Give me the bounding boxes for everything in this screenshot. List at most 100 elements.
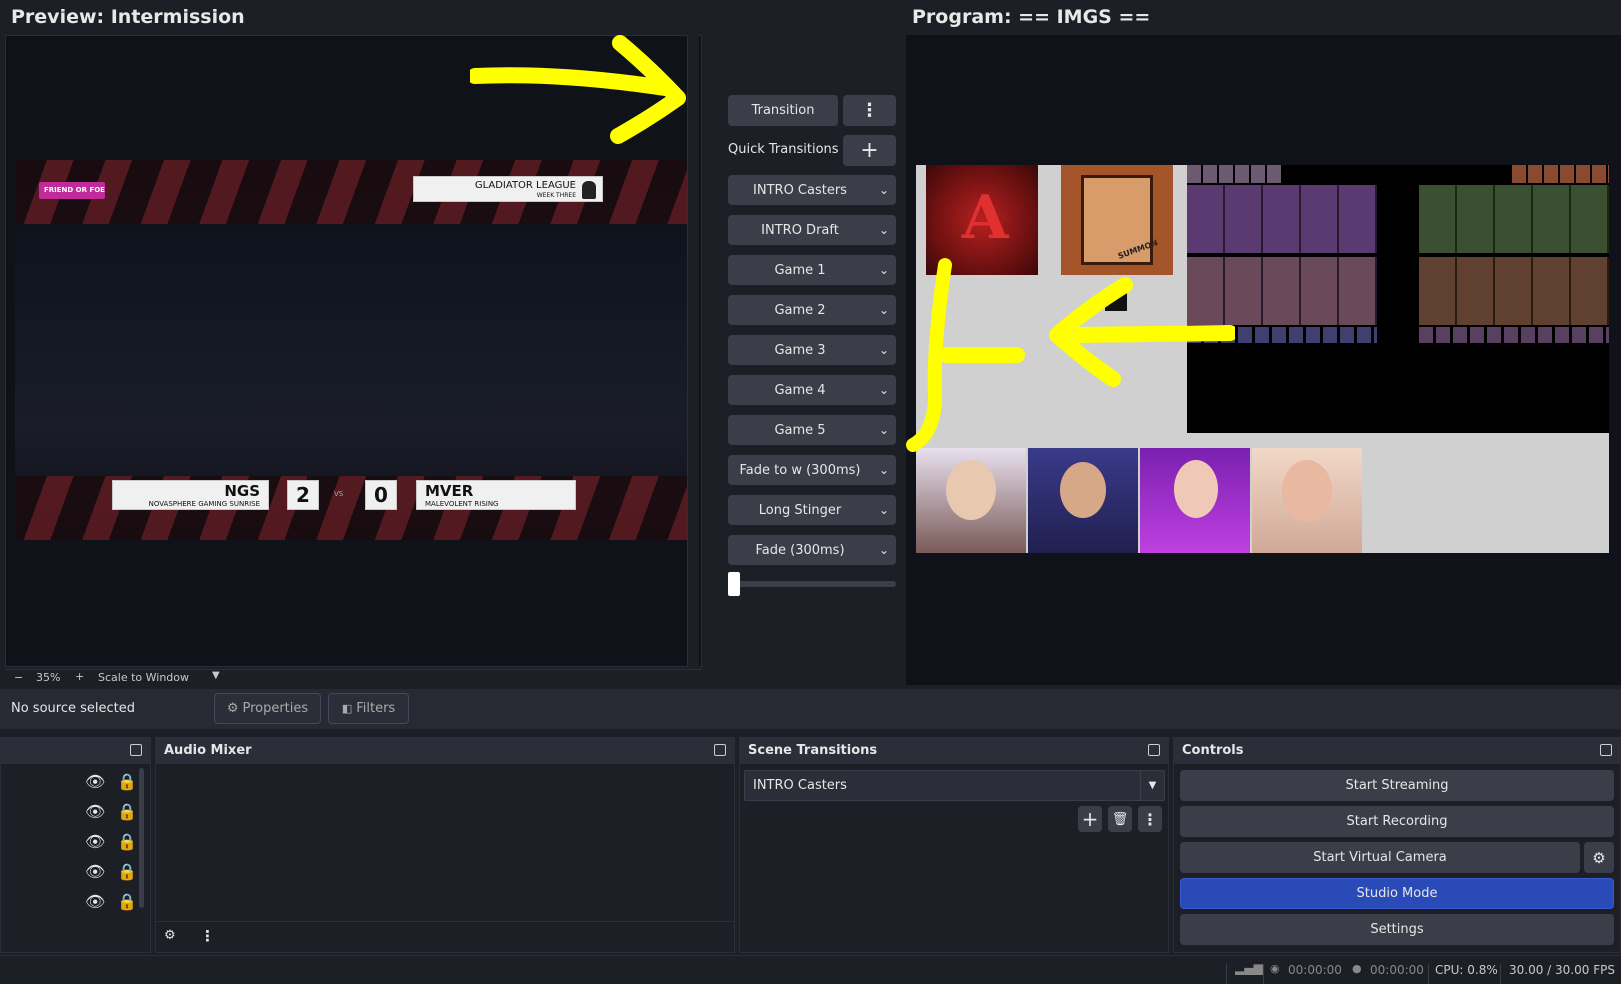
- chevron-down-icon[interactable]: ⌄: [872, 303, 896, 317]
- advanced-audio-gear-icon[interactable]: ⚙: [164, 928, 176, 943]
- chevron-down-icon[interactable]: ▼: [1140, 771, 1164, 800]
- chevron-down-icon[interactable]: ⌄: [872, 183, 896, 197]
- lock-icon[interactable]: 🔒: [117, 862, 137, 881]
- quick-transition-label: Game 5: [774, 422, 826, 438]
- undock-icon[interactable]: [130, 744, 142, 756]
- eye-icon[interactable]: 👁: [85, 802, 105, 821]
- quick-transition-item[interactable]: Fade to w (300ms) ⌄: [728, 455, 896, 485]
- quick-transition-label: Game 3: [774, 342, 826, 358]
- audio-mixer-title: Audio Mixer: [164, 743, 252, 758]
- start-streaming-button[interactable]: Start Streaming: [1180, 770, 1614, 801]
- chevron-down-icon[interactable]: ⌄: [872, 463, 896, 477]
- chevron-down-icon[interactable]: ⌄: [872, 543, 896, 557]
- chevron-down-icon[interactable]: ⌄: [872, 423, 896, 437]
- studio-mode-button[interactable]: Studio Mode: [1180, 878, 1614, 909]
- undock-icon[interactable]: [1600, 744, 1612, 756]
- zoom-in-button[interactable]: +: [75, 670, 84, 683]
- transition-button[interactable]: Transition: [728, 95, 838, 126]
- team-right-code: MVER: [425, 482, 474, 500]
- source-row-controls: 👁 🔒: [85, 861, 137, 881]
- caster-photo: [1140, 448, 1250, 553]
- quick-transition-item[interactable]: Fade (300ms) ⌄: [728, 535, 896, 565]
- scene-transitions-header: Scene Transitions: [740, 738, 1168, 764]
- audio-mixer-footer: ⚙ ⋮: [156, 921, 734, 952]
- settings-button[interactable]: Settings: [1180, 914, 1614, 945]
- cpu-usage: CPU: 0.8%: [1435, 963, 1498, 977]
- source-toolbar: No source selected ⚙ Properties ◧ Filters: [0, 689, 1621, 729]
- sources-scrollbar[interactable]: [139, 768, 144, 908]
- league-title: GLADIATOR LEAGUE: [474, 180, 576, 191]
- properties-button[interactable]: ⚙ Properties: [214, 693, 321, 724]
- preview-overlay: FRIEND OR FOE GLADIATOR LEAGUE WEEK THRE…: [15, 160, 690, 540]
- caster-photo: [916, 448, 1026, 553]
- team-right-box: MVER MALEVOLENT RISING: [416, 480, 576, 510]
- source-row-controls: 👁 🔒: [85, 891, 137, 911]
- status-bar: ▂▄▆ ◉ 00:00:00 ● 00:00:00 CPU: 0.8% 30.0…: [0, 955, 1621, 984]
- quick-transition-label: Game 1: [774, 262, 826, 278]
- eye-icon[interactable]: 👁: [85, 832, 105, 851]
- chevron-down-icon[interactable]: ⌄: [872, 263, 896, 277]
- scene-transitions-title: Scene Transitions: [748, 743, 878, 758]
- gear-icon: ⚙: [226, 701, 239, 716]
- quick-transition-item[interactable]: Game 5 ⌄: [728, 415, 896, 445]
- transition-more-button[interactable]: ⋮: [843, 95, 896, 126]
- quick-transition-item[interactable]: Game 2 ⌄: [728, 295, 896, 325]
- transition-properties-button[interactable]: ⋮: [1138, 806, 1162, 832]
- chevron-down-icon[interactable]: ⌄: [872, 223, 896, 237]
- start-recording-button[interactable]: Start Recording: [1180, 806, 1614, 837]
- zoom-bar: − 35% + Scale to Window ▼: [5, 669, 702, 686]
- eye-icon[interactable]: 👁: [85, 862, 105, 881]
- pick-row-top-left: [1187, 185, 1377, 253]
- transition-select[interactable]: INTRO Casters ▼: [744, 770, 1165, 801]
- zoom-out-button[interactable]: −: [14, 671, 23, 684]
- add-quick-transition-button[interactable]: +: [843, 135, 896, 166]
- trash-icon: 🗑: [1111, 811, 1129, 827]
- fps-readout: 30.00 / 30.00 FPS: [1509, 963, 1615, 977]
- lock-icon[interactable]: 🔒: [117, 832, 137, 851]
- more-vertical-icon: ⋮: [860, 100, 879, 121]
- lock-icon[interactable]: 🔒: [117, 892, 137, 911]
- quick-transition-label: Game 2: [774, 302, 826, 318]
- eye-icon[interactable]: 👁: [85, 892, 105, 911]
- plus-icon: +: [1081, 807, 1099, 831]
- source-row-controls: 👁 🔒: [85, 801, 137, 821]
- undock-icon[interactable]: [714, 744, 726, 756]
- chevron-down-icon[interactable]: ▼: [212, 670, 220, 681]
- undock-icon[interactable]: [1148, 744, 1160, 756]
- caster-face: [946, 460, 996, 520]
- remove-transition-button[interactable]: 🗑: [1108, 806, 1132, 832]
- draft-panel: [1187, 165, 1609, 433]
- eye-icon[interactable]: 👁: [85, 772, 105, 791]
- chevron-down-icon[interactable]: ⌄: [872, 383, 896, 397]
- lock-icon[interactable]: 🔒: [117, 802, 137, 821]
- team-left-code: NGS: [224, 482, 260, 500]
- program-title: Program: == IMGS ==: [912, 6, 1151, 28]
- transition-slider-track[interactable]: [728, 581, 896, 587]
- quick-transition-item[interactable]: INTRO Casters ⌄: [728, 175, 896, 205]
- preview-title: Preview: Intermission: [11, 6, 245, 28]
- chevron-down-icon[interactable]: ⌄: [872, 503, 896, 517]
- source-row-controls: 👁 🔒: [85, 831, 137, 851]
- caster-face: [1174, 460, 1218, 518]
- ban-row-right: [1512, 165, 1609, 183]
- pick-row-bottom-right: [1419, 257, 1609, 325]
- lock-icon[interactable]: 🔒: [117, 772, 137, 791]
- quick-transition-item[interactable]: INTRO Draft ⌄: [728, 215, 896, 245]
- chevron-down-icon[interactable]: ⌄: [872, 343, 896, 357]
- quick-transition-item[interactable]: Game 4 ⌄: [728, 375, 896, 405]
- more-vertical-icon[interactable]: ⋮: [200, 927, 215, 945]
- quick-transition-item[interactable]: Game 3 ⌄: [728, 335, 896, 365]
- quick-transition-item[interactable]: Long Stinger ⌄: [728, 495, 896, 525]
- quick-transition-item[interactable]: Game 1 ⌄: [728, 255, 896, 285]
- filters-button[interactable]: ◧ Filters: [328, 693, 409, 724]
- ban-row-left: [1187, 165, 1282, 183]
- mini-row-right: [1419, 327, 1609, 343]
- transition-slider-handle[interactable]: [728, 572, 740, 596]
- status-separator: [1263, 964, 1264, 984]
- virtual-camera-settings-button[interactable]: ⚙: [1584, 842, 1614, 873]
- start-virtual-camera-button[interactable]: Start Virtual Camera: [1180, 842, 1580, 873]
- scale-mode-select[interactable]: Scale to Window: [98, 671, 189, 684]
- quick-transition-label: Long Stinger: [758, 502, 842, 518]
- add-transition-button[interactable]: +: [1078, 806, 1102, 832]
- network-signal-icon: ▂▄▆: [1235, 961, 1263, 975]
